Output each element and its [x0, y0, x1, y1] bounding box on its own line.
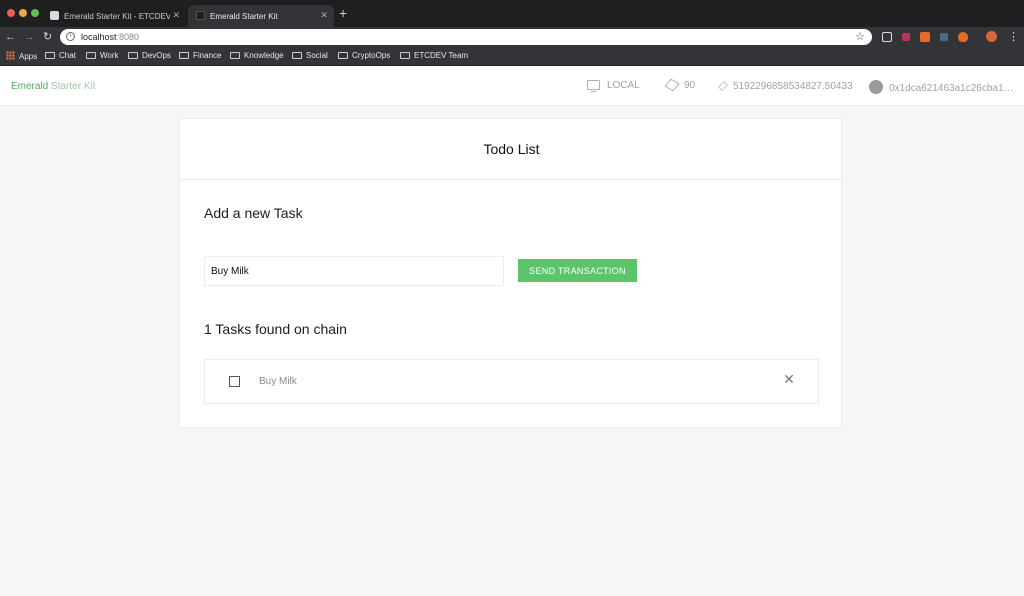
folder-icon — [45, 52, 55, 59]
balance-indicator: 5192296858534827.50433 — [718, 80, 853, 92]
brand-logo[interactable]: Emerald Starter Kit — [11, 81, 96, 92]
account-indicator[interactable]: 0x1dca621463a1c26cba1… — [869, 80, 1014, 94]
address-bar[interactable]: i localhost:8080 ☆ — [60, 29, 872, 45]
folder-icon — [179, 52, 189, 59]
browser-menu-kebab-icon[interactable]: ⋮ — [1008, 30, 1019, 44]
send-transaction-button[interactable]: SEND TRANSACTION — [518, 259, 637, 282]
forward-arrow-icon[interactable]: → — [24, 30, 35, 44]
delete-task-close-icon[interactable]: ✕ — [782, 372, 796, 386]
block-number-indicator: 90 — [664, 78, 695, 92]
extension-icon[interactable] — [882, 32, 892, 42]
back-arrow-icon[interactable]: ← — [5, 30, 16, 44]
url-text: localhost:8080 — [81, 32, 140, 42]
bookmark-work[interactable]: Work — [86, 51, 119, 60]
bookmark-cryptoops[interactable]: CryptoOps — [338, 51, 390, 60]
profile-avatar-icon[interactable] — [986, 31, 997, 42]
task-checkbox[interactable] — [229, 376, 240, 387]
tab-close-icon[interactable]: ✕ — [172, 10, 180, 21]
site-info-icon[interactable]: i — [66, 32, 75, 41]
extension-icon[interactable] — [920, 32, 930, 42]
tab-favicon-icon — [196, 11, 205, 20]
reload-icon[interactable]: ↻ — [43, 30, 52, 44]
browser-tab-bar: Emerald Starter Kit - ETCDEV ✕ Emerald S… — [0, 0, 1024, 27]
ethereum-icon — [718, 80, 726, 91]
bookmark-chat[interactable]: Chat — [45, 51, 76, 60]
minimize-window-button[interactable] — [19, 9, 27, 17]
network-indicator: LOCAL — [587, 80, 640, 92]
extension-icon[interactable] — [902, 33, 910, 41]
browser-toolbar: ← → ↻ i localhost:8080 ☆ ⋮ — [0, 27, 1024, 47]
metamask-fox-icon[interactable] — [958, 32, 968, 42]
bookmark-star-icon[interactable]: ☆ — [855, 30, 865, 43]
bookmarks-bar: Apps Chat Work DevOps Finance Knowledge … — [0, 47, 1024, 66]
bookmark-devops[interactable]: DevOps — [128, 51, 171, 60]
browser-tab-1[interactable]: Emerald Starter Kit - ETCDEV ✕ — [42, 5, 186, 27]
folder-icon — [230, 52, 240, 59]
app-header: Emerald Starter Kit LOCAL 90 51922968585… — [0, 66, 1024, 106]
new-tab-plus-icon[interactable]: + — [339, 6, 347, 20]
tasks-count-heading: 1 Tasks found on chain — [204, 321, 347, 337]
bookmark-apps[interactable]: Apps — [6, 51, 37, 61]
bookmark-etcdev-team[interactable]: ETCDEV Team — [400, 51, 468, 60]
account-avatar-icon — [869, 80, 883, 94]
browser-tab-2-active[interactable]: Emerald Starter Kit ✕ — [188, 5, 334, 27]
extension-icon[interactable] — [940, 33, 948, 41]
bookmark-knowledge[interactable]: Knowledge — [230, 51, 284, 60]
tab-title: Emerald Starter Kit - ETCDEV — [64, 12, 170, 21]
bookmark-finance[interactable]: Finance — [179, 51, 221, 60]
folder-icon — [338, 52, 348, 59]
tab-title: Emerald Starter Kit — [210, 12, 278, 21]
folder-icon — [400, 52, 410, 59]
card-title: Todo List — [180, 119, 843, 180]
close-window-button[interactable] — [7, 9, 15, 17]
maximize-window-button[interactable] — [31, 9, 39, 17]
bookmark-social[interactable]: Social — [292, 51, 328, 60]
add-task-heading: Add a new Task — [204, 205, 303, 221]
folder-icon — [292, 52, 302, 59]
folder-icon — [128, 52, 138, 59]
tab-close-icon[interactable]: ✕ — [320, 10, 328, 21]
new-task-input[interactable] — [204, 256, 504, 286]
task-list-item: Buy Milk ✕ — [204, 359, 819, 404]
todo-card: Todo List Add a new Task SEND TRANSACTIO… — [179, 118, 843, 428]
task-text: Buy Milk — [259, 376, 297, 387]
folder-icon — [86, 52, 96, 59]
cube-icon — [664, 78, 680, 92]
monitor-icon — [587, 80, 600, 92]
tab-favicon-icon — [50, 11, 59, 20]
apps-grid-icon — [6, 51, 15, 60]
